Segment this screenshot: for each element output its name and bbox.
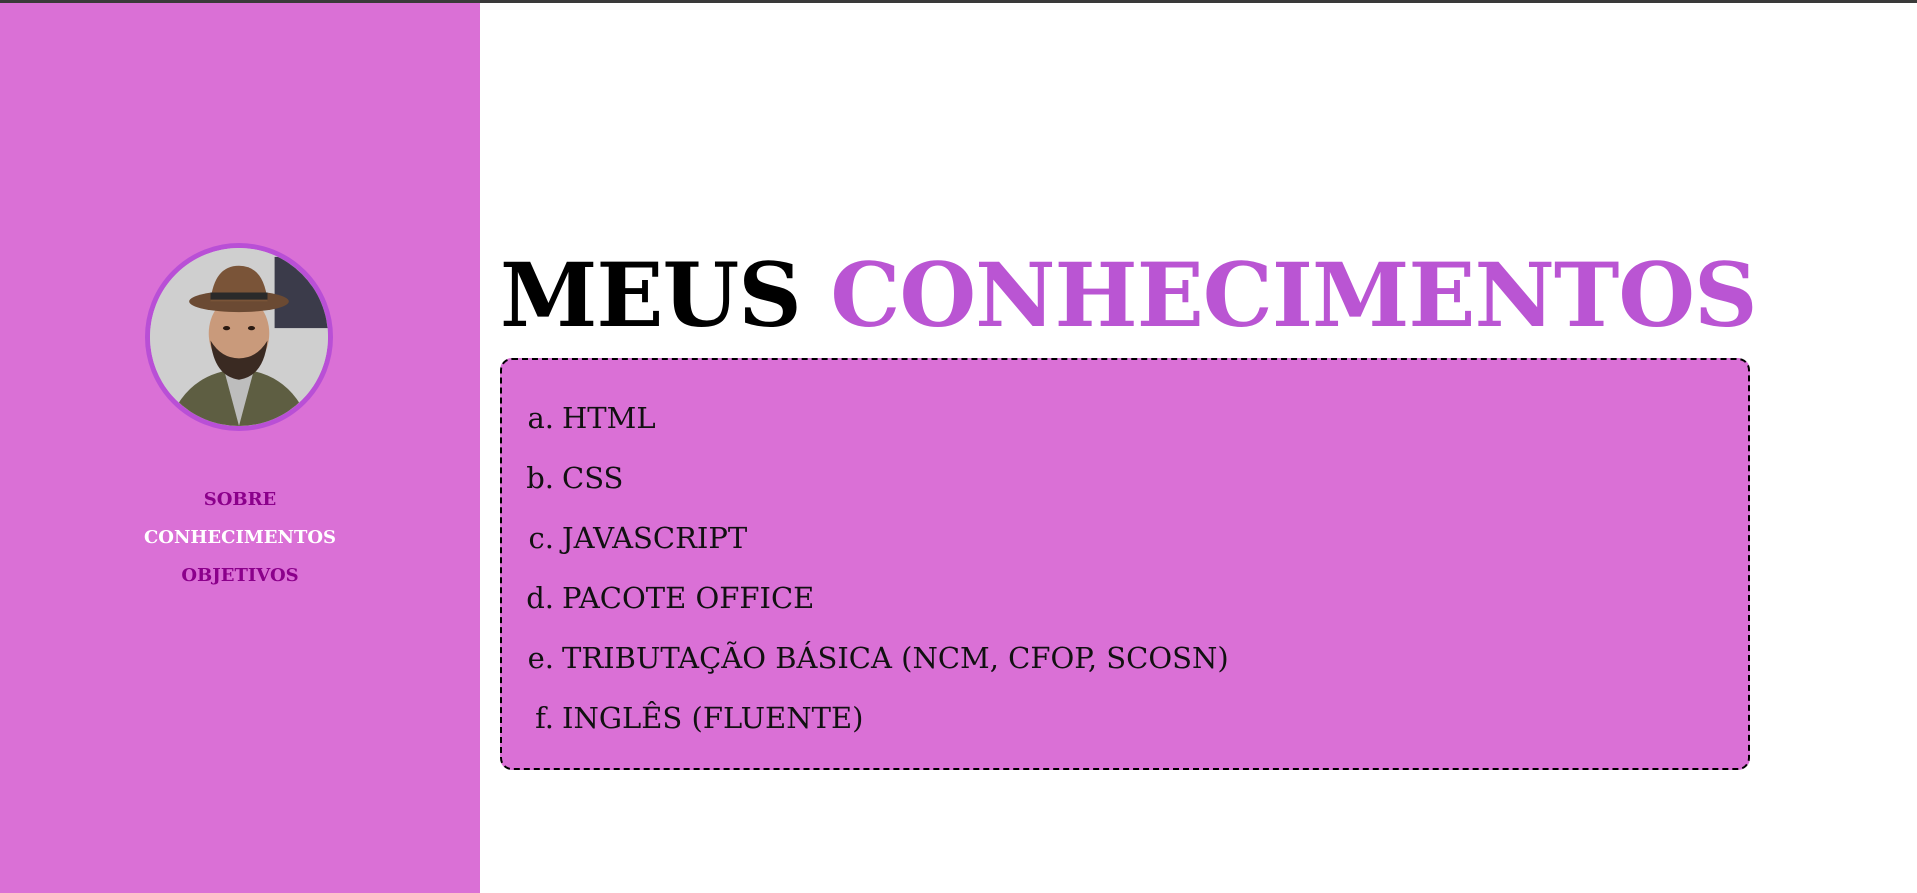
- skill-marker: a.: [527, 401, 554, 435]
- sidebar: SOBRE CONHECIMENTOS OBJETIVOS: [0, 3, 480, 893]
- skill-item: f. INGLÊS (FLUENTE): [520, 688, 1229, 748]
- skill-label: INGLÊS (FLUENTE): [562, 701, 864, 735]
- skills-box: a. HTML b. CSS c. JAVASCRIPT d. PACOTE OFFIC…: [500, 358, 1750, 770]
- skill-marker: b.: [526, 461, 554, 495]
- skill-item: b. CSS: [520, 448, 1229, 508]
- skill-marker: d.: [526, 581, 554, 615]
- avatar: [145, 243, 333, 431]
- skill-item: d. PACOTE OFFICE: [520, 568, 1229, 628]
- skill-label: HTML: [562, 401, 656, 435]
- page-title-part1: MEUS: [500, 243, 802, 347]
- skill-label: JAVASCRIPT: [562, 521, 748, 555]
- skill-marker: e.: [527, 641, 554, 675]
- skill-marker: f.: [535, 701, 554, 735]
- sidebar-nav: SOBRE CONHECIMENTOS OBJETIVOS: [0, 481, 480, 595]
- page-title-part2: CONHECIMENTOS: [830, 243, 1757, 347]
- skills-list: a. HTML b. CSS c. JAVASCRIPT d. PACOTE OFFIC…: [520, 388, 1229, 748]
- skill-item: c. JAVASCRIPT: [520, 508, 1229, 568]
- page-title: MEUS CONHECIMENTOS: [500, 236, 1758, 354]
- skill-label: CSS: [562, 461, 624, 495]
- nav-item-sobre[interactable]: SOBRE: [0, 481, 480, 519]
- nav-item-conhecimentos[interactable]: CONHECIMENTOS: [0, 519, 480, 557]
- profile-photo-icon: [150, 248, 328, 426]
- skill-marker: c.: [528, 521, 554, 555]
- skill-label: PACOTE OFFICE: [562, 581, 815, 615]
- skill-item: e. TRIBUTAÇÃO BÁSICA (NCM, CFOP, SCOSN): [520, 628, 1229, 688]
- skill-item: a. HTML: [520, 388, 1229, 448]
- nav-item-objetivos[interactable]: OBJETIVOS: [0, 557, 480, 595]
- skill-label: TRIBUTAÇÃO BÁSICA (NCM, CFOP, SCOSN): [562, 641, 1229, 675]
